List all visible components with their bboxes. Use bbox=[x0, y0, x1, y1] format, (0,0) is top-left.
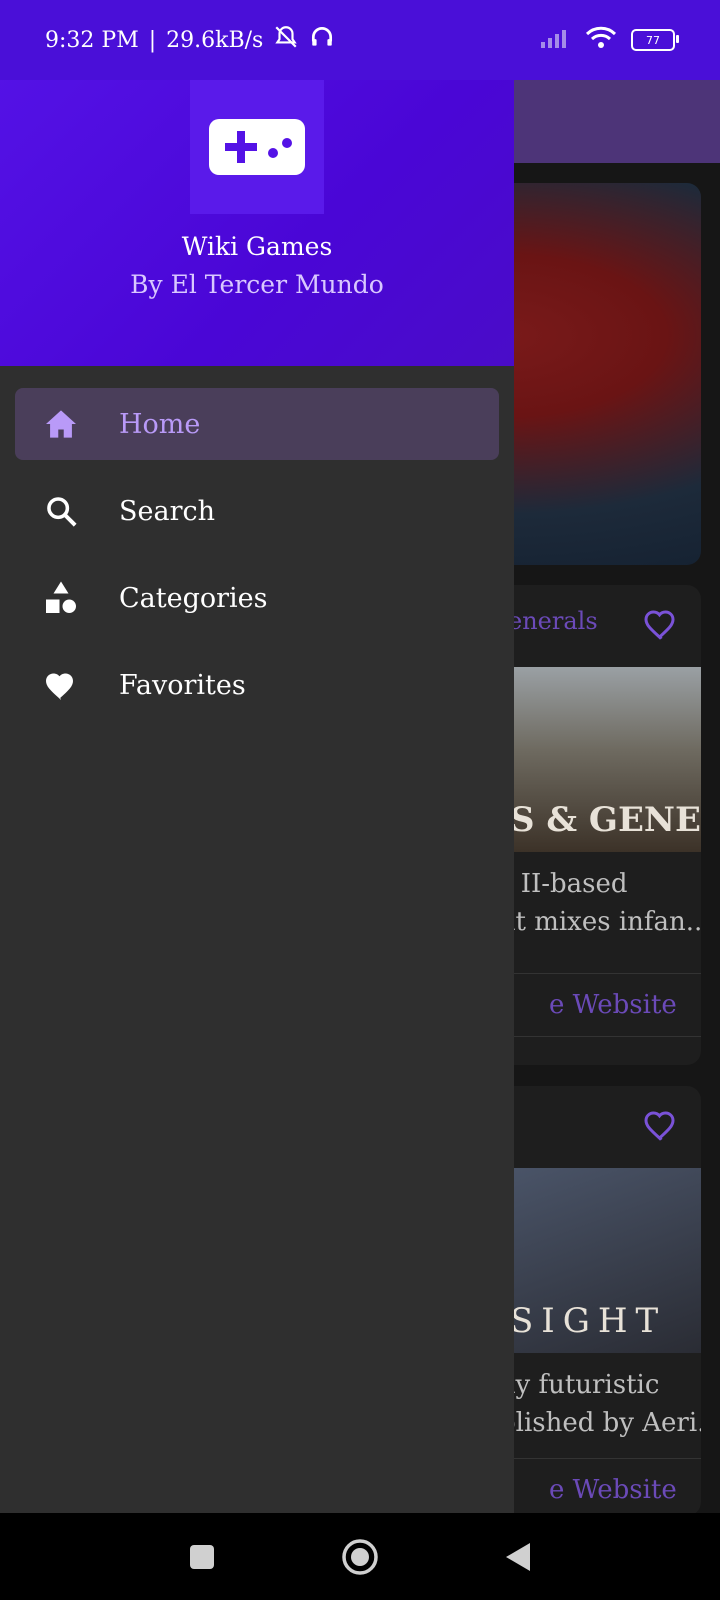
signal-icon bbox=[539, 27, 571, 53]
back-button[interactable] bbox=[494, 1533, 542, 1581]
status-bar: 9:32 PM | 29.6kB/s 77 bbox=[0, 0, 720, 80]
app-subtitle: By El Tercer Mundo bbox=[130, 270, 384, 299]
status-time: 9:32 PM bbox=[45, 27, 139, 53]
home-icon bbox=[43, 406, 79, 442]
status-right: 77 bbox=[539, 26, 679, 54]
drawer-header: Wiki Games By El Tercer Mundo bbox=[0, 60, 514, 366]
card-description-line: ay futuristic bbox=[500, 1370, 660, 1400]
drawer-item-search[interactable]: Search bbox=[15, 475, 499, 547]
card-title: enerals bbox=[508, 607, 598, 635]
battery-level: 77 bbox=[646, 33, 660, 47]
heart-icon bbox=[43, 667, 79, 703]
drawer-item-label: Favorites bbox=[119, 669, 246, 701]
status-divider: | bbox=[148, 27, 157, 53]
recents-button[interactable] bbox=[178, 1533, 226, 1581]
wifi-icon bbox=[585, 26, 617, 54]
bell-off-icon bbox=[273, 24, 299, 56]
status-speed: 29.6kB/s bbox=[166, 27, 264, 53]
search-icon bbox=[43, 493, 79, 529]
card-description: r II-based at mixes infan... bbox=[500, 865, 701, 941]
drawer-item-home[interactable]: Home bbox=[15, 388, 499, 460]
system-navigation-bar bbox=[0, 1513, 720, 1600]
drawer-item-label: Search bbox=[119, 495, 215, 527]
website-button[interactable]: e Website bbox=[490, 1458, 701, 1516]
drawer-item-label: Categories bbox=[119, 582, 268, 614]
drawer-item-categories[interactable]: Categories bbox=[15, 562, 499, 634]
card-description-line: at mixes infan... bbox=[500, 907, 701, 937]
categories-icon bbox=[43, 580, 79, 616]
headset-icon bbox=[309, 24, 335, 56]
drawer-item-label: Home bbox=[119, 408, 201, 440]
favorite-heart-icon[interactable] bbox=[643, 1108, 679, 1144]
card-description: ay futuristic olished by Aeri... bbox=[500, 1366, 701, 1442]
card-image-caption: SIGHT bbox=[510, 1301, 667, 1341]
app-title: Wiki Games bbox=[181, 232, 333, 261]
status-left: 9:32 PM | 29.6kB/s bbox=[45, 24, 335, 56]
card-image-caption: S & GENERALS bbox=[510, 800, 701, 840]
drawer-item-favorites[interactable]: Favorites bbox=[15, 649, 499, 721]
home-button[interactable] bbox=[336, 1533, 384, 1581]
navigation-drawer: Wiki Games By El Tercer Mundo Home Searc… bbox=[0, 60, 514, 1513]
battery-icon: 77 bbox=[631, 29, 679, 51]
card-description-line: olished by Aeri... bbox=[500, 1408, 701, 1438]
card-description-line: r II-based bbox=[500, 869, 628, 899]
favorite-heart-icon[interactable] bbox=[643, 607, 679, 643]
website-button[interactable]: e Website bbox=[490, 973, 701, 1037]
gamepad-icon bbox=[190, 80, 324, 214]
